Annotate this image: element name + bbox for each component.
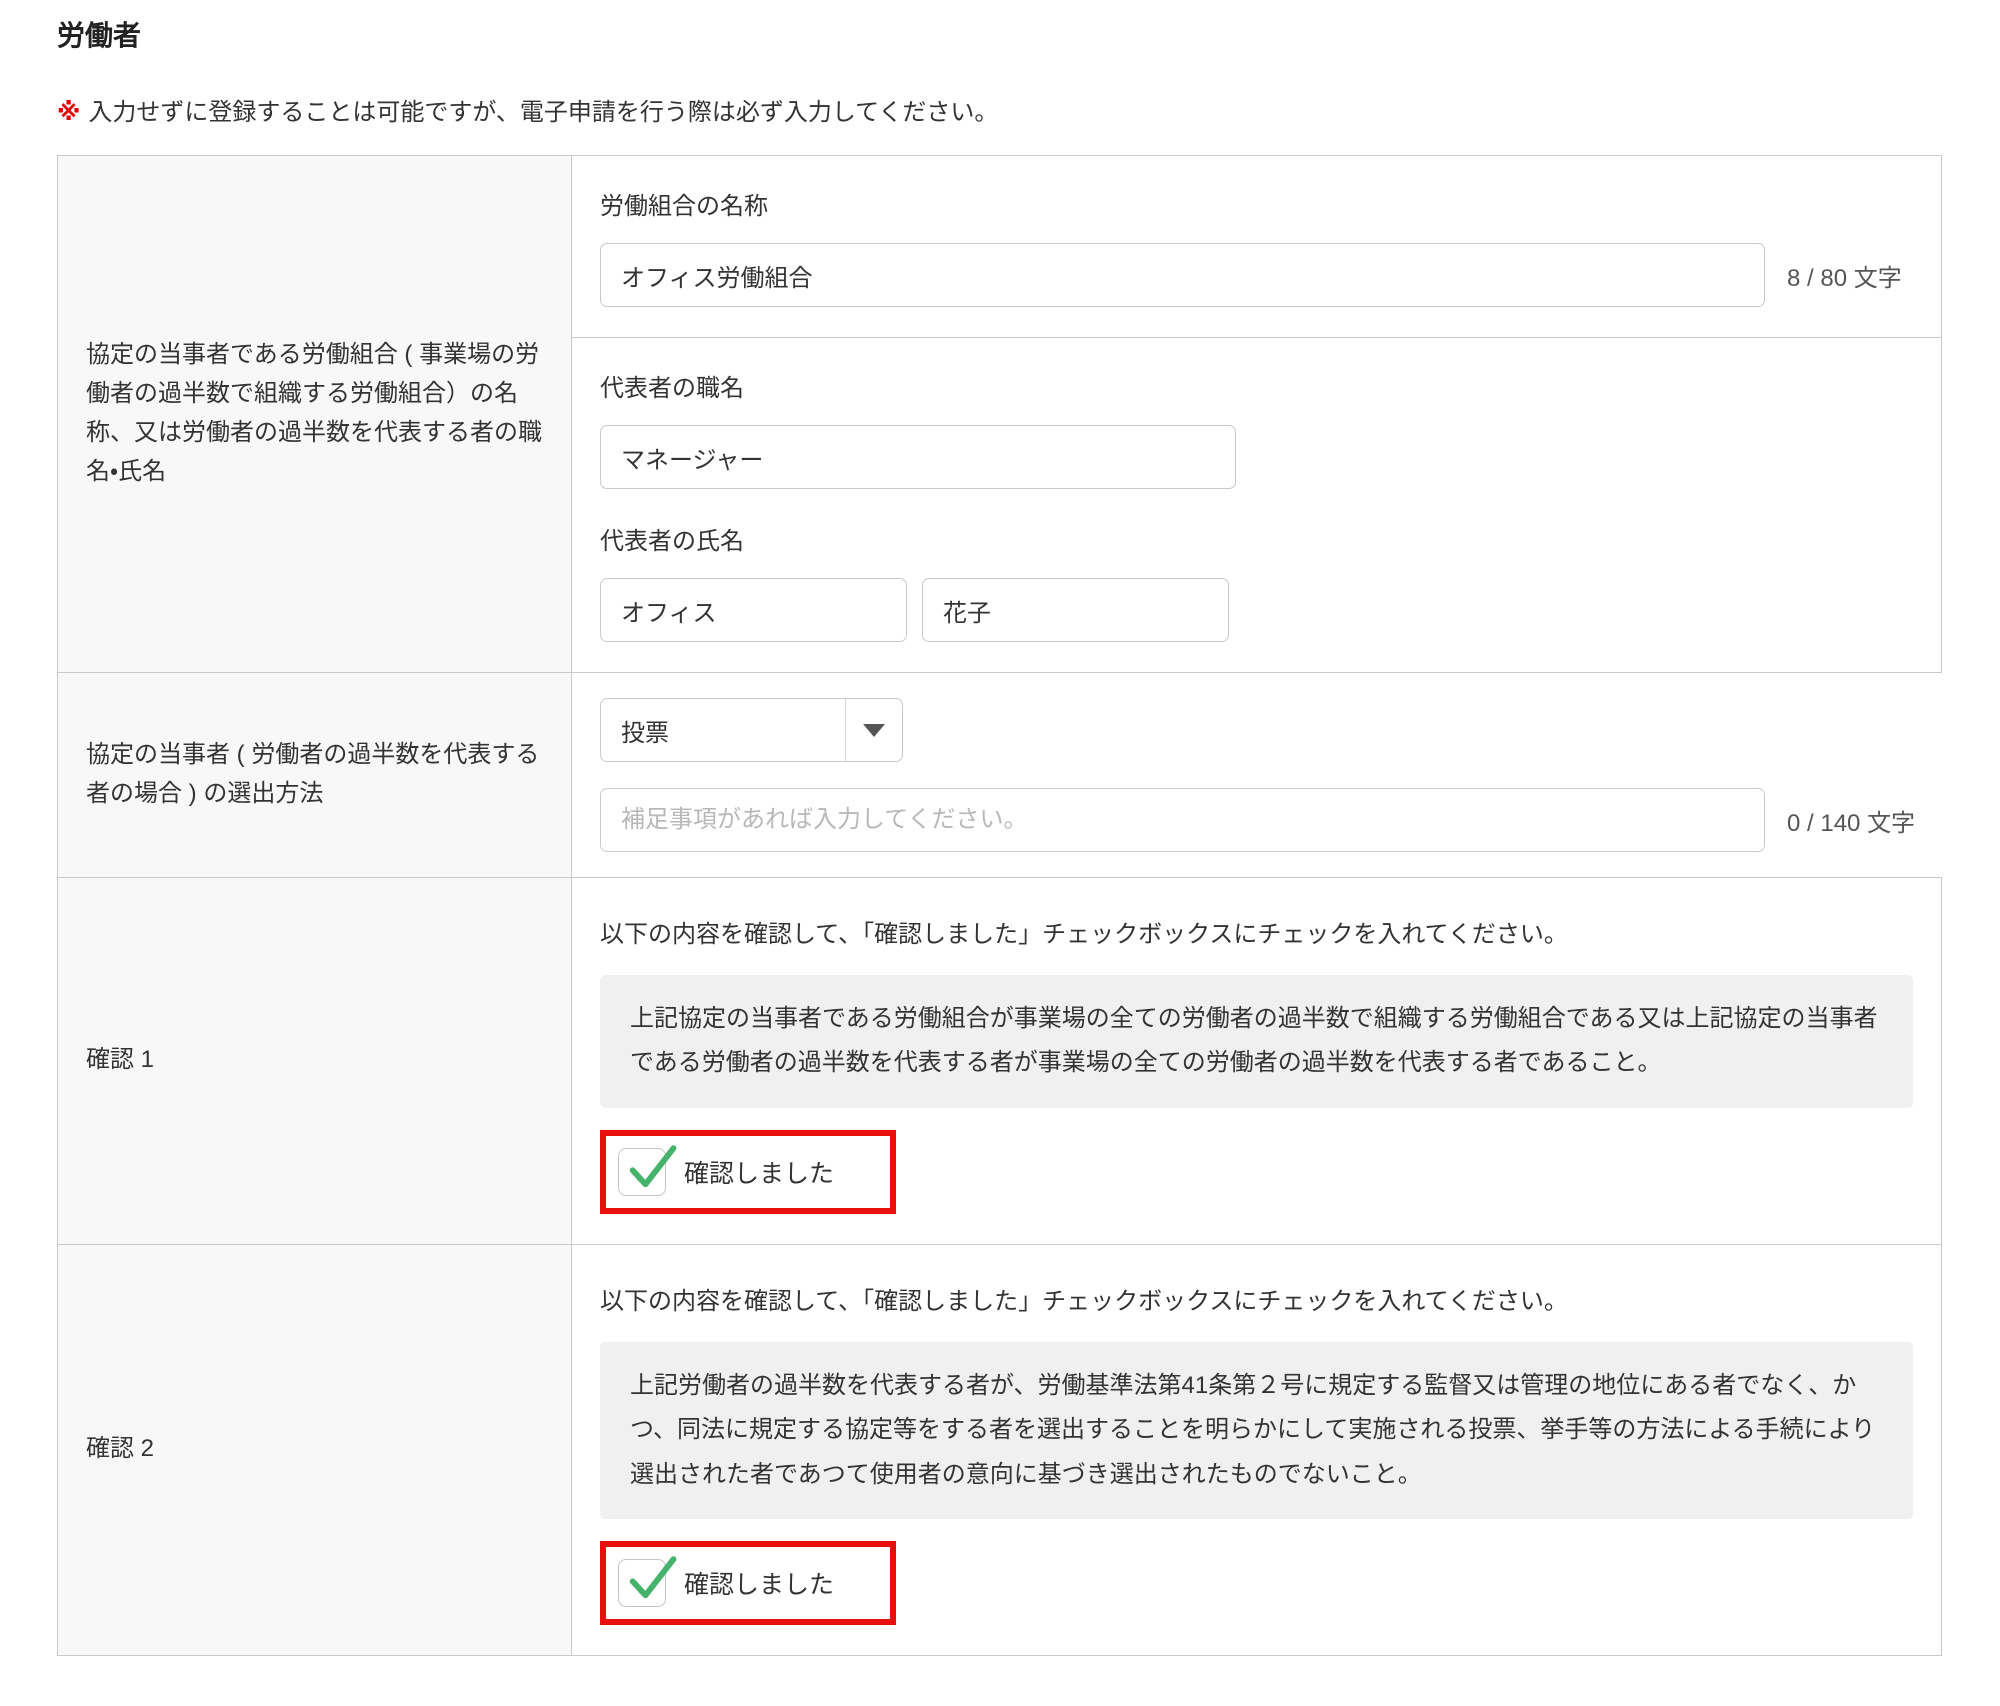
selection-method-selected-value: 投票 [601, 699, 845, 761]
rep-first-name-input[interactable] [922, 578, 1229, 642]
confirm1-checkbox-highlight[interactable]: 確認しました [600, 1130, 896, 1214]
form-page: 労働者 ※ 入力せずに登録することは可能ですが、電子申請を行う際は必ず入力してく… [0, 0, 2000, 1706]
row-confirm-2: 確認 2 以下の内容を確認して、「確認しました」チェックボックスにチェックを入れ… [58, 1244, 1941, 1655]
rep-title-label: 代表者の職名 [600, 368, 1913, 403]
row-confirm-1: 確認 1 以下の内容を確認して、「確認しました」チェックボックスにチェックを入れ… [58, 877, 1941, 1244]
rep-name-label: 代表者の氏名 [600, 521, 1913, 556]
union-name-label: 労働組合の名称 [600, 186, 1913, 221]
confirm1-checkbox[interactable] [618, 1148, 666, 1196]
union-name-counter: 8 / 80 文字 [1787, 258, 1902, 293]
union-name-input[interactable] [600, 243, 1765, 307]
confirm2-checkbox-highlight[interactable]: 確認しました [600, 1541, 896, 1625]
supplement-counter: 0 / 140 文字 [1787, 803, 1915, 838]
confirm2-checkbox-label: 確認しました [684, 1565, 834, 1601]
confirm2-checkbox[interactable] [618, 1559, 666, 1607]
required-note: ※ 入力せずに登録することは可能ですが、電子申請を行う際は必ず入力してください。 [57, 92, 1942, 127]
chevron-down-icon [863, 724, 885, 737]
confirm1-statement: 上記協定の当事者である労働組合が事業場の全ての労働者の過半数で組織する労働組合で… [600, 975, 1913, 1108]
selection-method-select[interactable]: 投票 [600, 698, 903, 762]
required-note-text: 入力せずに登録することは可能ですが、電子申請を行う際は必ず入力してください。 [88, 92, 998, 127]
rep-last-name-input[interactable] [600, 578, 907, 642]
confirm2-cell: 以下の内容を確認して、「確認しました」チェックボックスにチェックを入れてください… [572, 1245, 1941, 1655]
confirm1-instruction: 以下の内容を確認して、「確認しました」チェックボックスにチェックを入れてください… [600, 914, 1913, 949]
checkmark-icon [621, 1551, 677, 1607]
union-row-cell: 労働組合の名称 8 / 80 文字 代表者の職名 代表者の氏名 [572, 156, 1941, 672]
row-union-representative: 協定の当事者である労働組合 ( 事業場の労働者の過半数で組織する労働組合）の名称… [58, 156, 1941, 672]
confirm2-statement: 上記労働者の過半数を代表する者が、労働基準法第41条第２号に規定する監督又は管理… [600, 1342, 1913, 1519]
row-selection-method: 協定の当事者 ( 労働者の過半数を代表する者の場合 ) の選出方法 投票 0 /… [58, 672, 1941, 877]
checkmark-icon [621, 1140, 677, 1196]
selection-method-label: 協定の当事者 ( 労働者の過半数を代表する者の場合 ) の選出方法 [58, 673, 572, 877]
rep-title-input[interactable] [600, 425, 1236, 489]
confirm2-instruction: 以下の内容を確認して、「確認しました」チェックボックスにチェックを入れてください… [600, 1281, 1913, 1316]
select-caret-zone[interactable] [845, 699, 902, 761]
supplement-input[interactable] [600, 788, 1765, 852]
union-name-subcell: 労働組合の名称 8 / 80 文字 [572, 156, 1941, 337]
representative-subcell: 代表者の職名 代表者の氏名 [572, 337, 1941, 672]
confirm1-checkbox-label: 確認しました [684, 1154, 834, 1190]
confirm2-label: 確認 2 [58, 1245, 572, 1655]
required-asterisk-icon: ※ [57, 98, 80, 127]
union-row-label: 協定の当事者である労働組合 ( 事業場の労働者の過半数で組織する労働組合）の名称… [58, 156, 572, 672]
selection-method-cell: 投票 0 / 140 文字 [572, 673, 1943, 877]
worker-form-table: 協定の当事者である労働組合 ( 事業場の労働者の過半数で組織する労働組合）の名称… [57, 155, 1942, 1656]
page-title: 労働者 [57, 14, 1942, 54]
confirm1-cell: 以下の内容を確認して、「確認しました」チェックボックスにチェックを入れてください… [572, 878, 1941, 1244]
confirm1-label: 確認 1 [58, 878, 572, 1244]
